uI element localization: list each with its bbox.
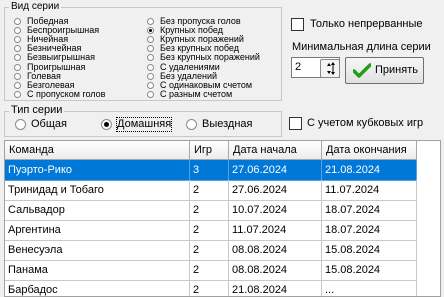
table-cell: Панама [5, 260, 190, 281]
table-cell: 2 [190, 180, 229, 201]
table-cell: 18.07.2024 [322, 200, 417, 221]
table-cell: 3 [190, 160, 229, 181]
table-cell: 15.08.2024 [322, 260, 417, 281]
table-row[interactable]: Венесуэла 2 08.08.2024 15.08.2024 [5, 240, 417, 261]
radio-button[interactable] [14, 63, 21, 71]
table-row[interactable]: Сальвадор 2 10.07.2024 18.07.2024 [5, 200, 417, 221]
radio-button[interactable] [14, 90, 21, 98]
table-cell: 11.07.2024 [322, 180, 417, 201]
table-cell: 21.08.2024 [322, 160, 417, 181]
series-type-caption: Тип серии [9, 104, 65, 116]
apply-button[interactable]: Принять [345, 57, 424, 84]
table-cell: 2 [190, 220, 229, 241]
radio-button[interactable] [147, 63, 154, 71]
table-cell: 27.06.2024 [229, 160, 322, 181]
apply-label: Принять [375, 64, 418, 76]
min-length-label: Минимальная длина серии [292, 41, 431, 53]
min-length-value[interactable]: 2 [295, 61, 301, 74]
column-header[interactable]: Игр [190, 141, 229, 160]
table-cell: 2 [190, 280, 229, 296]
table-cell: 08.08.2024 [229, 260, 322, 281]
series-type-label[interactable]: Домашняя [115, 117, 173, 132]
spin-down-icon[interactable] [327, 71, 331, 74]
series-type-radio[interactable] [15, 119, 26, 130]
table-cell: 2 [190, 200, 229, 221]
min-length-spin[interactable]: 2 [291, 57, 340, 78]
table-row[interactable]: Барбадос 2 21.08.2024... [5, 280, 417, 296]
radio-button[interactable] [14, 72, 21, 80]
table-cell: Пуэрто-Рико [5, 160, 190, 181]
column-header[interactable]: Дата окончания [322, 141, 417, 160]
table-cell: 27.06.2024 [229, 180, 322, 201]
table-cell: Венесуэла [5, 240, 190, 261]
table-row[interactable]: Тринидад и Тобаго 2 27.06.2024 11.07.2024 [5, 180, 417, 201]
radio-button[interactable] [147, 72, 154, 80]
table-cell: 08.08.2024 [229, 240, 322, 261]
series-type-label[interactable]: Выездная [202, 118, 253, 131]
table-cell: ... [322, 280, 417, 296]
series-table[interactable]: Команда Игр Дата начала Дата окончания Пуэр… [4, 140, 441, 297]
table-cell: 2 [190, 260, 229, 281]
series-type-label[interactable]: Общая [31, 118, 67, 131]
column-header[interactable]: Команда [5, 141, 190, 160]
table-cell: 18.07.2024 [322, 220, 417, 241]
series-kind-option-label: С пропуском голов [27, 88, 106, 99]
series-kind-option-label: С разным счетом [160, 88, 233, 99]
table-row[interactable]: Пуэрто-Рико 3 27.06.2024 21.08.2024 [5, 160, 417, 181]
radio-button[interactable] [14, 18, 21, 25]
radio-button[interactable] [147, 18, 154, 25]
radio-button[interactable] [14, 81, 21, 89]
radio-button[interactable] [147, 90, 154, 98]
table-cell: 10.07.2024 [229, 200, 322, 221]
table-row[interactable]: Аргентина 2 11.07.2024 18.07.2024 [5, 220, 417, 241]
table-cell: Тринидад и Тобаго [5, 180, 190, 201]
spin-buttons[interactable] [320, 59, 340, 78]
table-cell: Барбадос [5, 280, 190, 296]
series-type-radio[interactable] [186, 119, 197, 130]
only-continuous-label[interactable]: Только непрерванные [310, 18, 423, 31]
table-cell: Аргентина [5, 220, 190, 241]
cup-games-label[interactable]: С учетом кубковых игр [307, 117, 423, 130]
table-row[interactable]: Панама 2 08.08.2024 15.08.2024 [5, 260, 417, 281]
spin-up-icon[interactable] [327, 63, 331, 66]
table-cell: 21.08.2024 [229, 280, 322, 296]
table-cell: 11.07.2024 [229, 220, 322, 241]
cup-games-checkbox[interactable] [289, 117, 302, 130]
checkmark-icon [353, 63, 371, 78]
radio-button[interactable] [147, 81, 154, 89]
only-continuous-checkbox[interactable] [291, 18, 304, 31]
column-header[interactable]: Дата начала [229, 141, 322, 160]
series-type-radio[interactable] [101, 119, 112, 130]
table-cell: 15.08.2024 [322, 240, 417, 261]
table-cell: 2 [190, 240, 229, 261]
series-kind-caption: Вид серии [9, 1, 62, 13]
table-cell: Сальвадор [5, 200, 190, 221]
